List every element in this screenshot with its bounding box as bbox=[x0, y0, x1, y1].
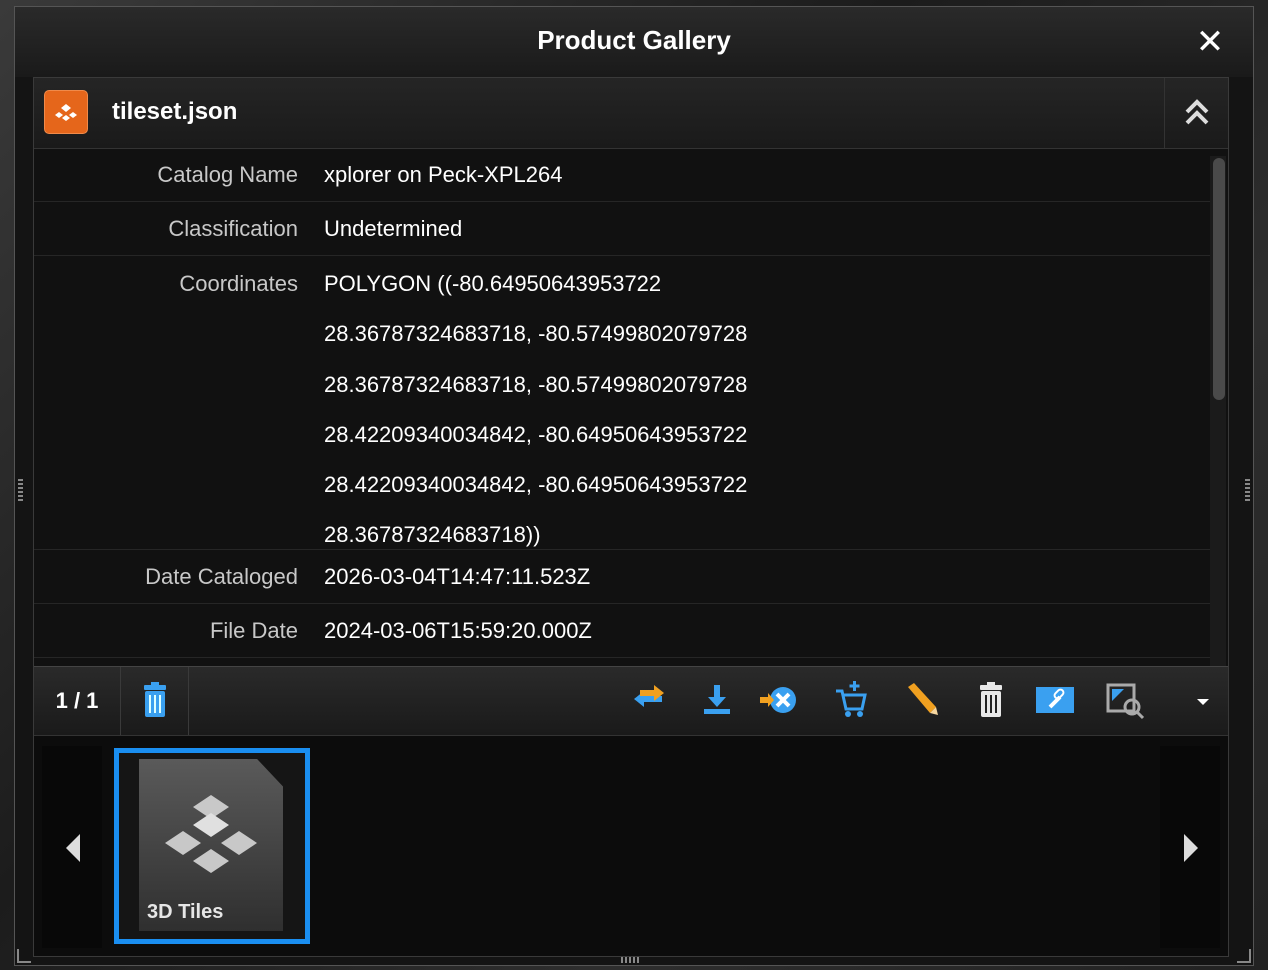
resize-grip-bottom[interactable] bbox=[621, 957, 641, 963]
caret-down-icon bbox=[1197, 699, 1209, 705]
next-button[interactable] bbox=[1160, 746, 1220, 948]
detail-label: Date Cataloged bbox=[145, 564, 298, 589]
delete-button[interactable] bbox=[968, 677, 1014, 723]
swap-arrows-icon bbox=[634, 685, 664, 707]
edit-button[interactable] bbox=[898, 677, 944, 723]
detail-row-date-cataloged: Date Cataloged 2026-03-04T14:47:11.523Z bbox=[34, 550, 1210, 604]
detail-value: xplorer on Peck-XPL264 bbox=[324, 162, 563, 187]
zoom-to-extent-button[interactable] bbox=[1102, 677, 1148, 723]
resize-corner-bottom-right[interactable] bbox=[1237, 949, 1251, 963]
globe-remove-icon bbox=[760, 687, 796, 713]
resize-grip-right[interactable] bbox=[1245, 479, 1250, 501]
detail-value: 2026-03-04T14:47:11.523Z bbox=[324, 564, 591, 589]
detail-label: Coordinates bbox=[179, 271, 298, 296]
layers-icon bbox=[44, 90, 88, 134]
delete-all-button[interactable] bbox=[132, 677, 178, 723]
close-button[interactable]: ✕ bbox=[1195, 25, 1225, 59]
detail-label: Catalog Name bbox=[157, 162, 298, 187]
detail-value: Undetermined bbox=[324, 216, 463, 241]
trash-icon bbox=[980, 682, 1002, 717]
detail-value-coordinates: POLYGON ((-80.64950643953722 28.36787324… bbox=[324, 259, 747, 561]
window-titlebar[interactable]: Product Gallery ✕ bbox=[15, 7, 1253, 77]
close-icon: ✕ bbox=[1195, 23, 1225, 61]
resize-grip-left[interactable] bbox=[18, 479, 23, 501]
detail-row-classification: Classification Undetermined bbox=[34, 202, 1210, 256]
product-details: Catalog Name xplorer on Peck-XPL264 Clas… bbox=[34, 148, 1210, 666]
coordinate-line: 28.42209340034842, -80.64950643953722 bbox=[324, 421, 748, 447]
chevron-right-icon bbox=[1184, 834, 1198, 862]
details-scrollbar[interactable] bbox=[1210, 156, 1226, 666]
more-actions-dropdown[interactable] bbox=[1180, 677, 1220, 723]
toolbar-divider bbox=[188, 667, 189, 735]
coordinate-line: 28.36787324683718, -80.57499802079728 bbox=[324, 321, 748, 347]
swap-button[interactable] bbox=[626, 677, 672, 723]
page-counter: 1 / 1 bbox=[34, 667, 121, 735]
detail-row-coordinates: Coordinates POLYGON ((-80.64950643953722… bbox=[34, 256, 1210, 550]
pencil-icon bbox=[908, 683, 938, 715]
scrollbar-thumb[interactable] bbox=[1213, 158, 1225, 400]
download-button[interactable] bbox=[694, 677, 740, 723]
chevron-left-icon bbox=[66, 834, 80, 862]
add-to-cart-button[interactable] bbox=[828, 677, 874, 723]
download-icon bbox=[704, 685, 730, 714]
product-gallery-window: Product Gallery ✕ tileset.json Catalog N… bbox=[14, 6, 1254, 966]
zoom-extent-icon bbox=[1106, 683, 1145, 720]
detail-value: 2024-03-06T15:59:20.000Z bbox=[324, 618, 592, 643]
detail-row-catalog-name: Catalog Name xplorer on Peck-XPL264 bbox=[34, 148, 1210, 202]
previous-button[interactable] bbox=[42, 746, 102, 948]
coordinate-line: 28.42209340034842, -80.64950643953722 bbox=[324, 472, 748, 498]
product-panel: tileset.json Catalog Name xplorer on Pec… bbox=[33, 77, 1229, 957]
coordinate-line: 28.36787324683718, -80.57499802079728 bbox=[324, 371, 748, 397]
detail-label: Classification bbox=[168, 216, 298, 241]
resize-corner-bottom-left[interactable] bbox=[17, 949, 31, 963]
thumbnail-item[interactable]: 3D Tiles bbox=[114, 748, 310, 944]
collapse-button[interactable] bbox=[1164, 78, 1228, 148]
share-link-button[interactable] bbox=[1032, 677, 1078, 723]
double-chevron-up-icon bbox=[1185, 99, 1209, 125]
coordinate-line: POLYGON ((-80.64950643953722 bbox=[324, 271, 662, 296]
thumbnail-label: 3D Tiles bbox=[147, 901, 224, 923]
gallery-toolbar: 1 / 1 bbox=[34, 666, 1228, 736]
detail-row-file-date: File Date 2024-03-06T15:59:20.000Z bbox=[34, 604, 1210, 658]
product-header: tileset.json bbox=[34, 78, 1228, 149]
thumbnail-strip: 3D Tiles bbox=[34, 736, 1228, 956]
remove-from-map-button[interactable] bbox=[756, 677, 802, 723]
cart-icon bbox=[836, 681, 867, 717]
product-title: tileset.json bbox=[112, 98, 238, 125]
trash-icon bbox=[144, 682, 166, 717]
map-link-icon bbox=[1036, 687, 1074, 713]
detail-label: File Date bbox=[209, 618, 298, 643]
window-title: Product Gallery bbox=[537, 25, 731, 55]
